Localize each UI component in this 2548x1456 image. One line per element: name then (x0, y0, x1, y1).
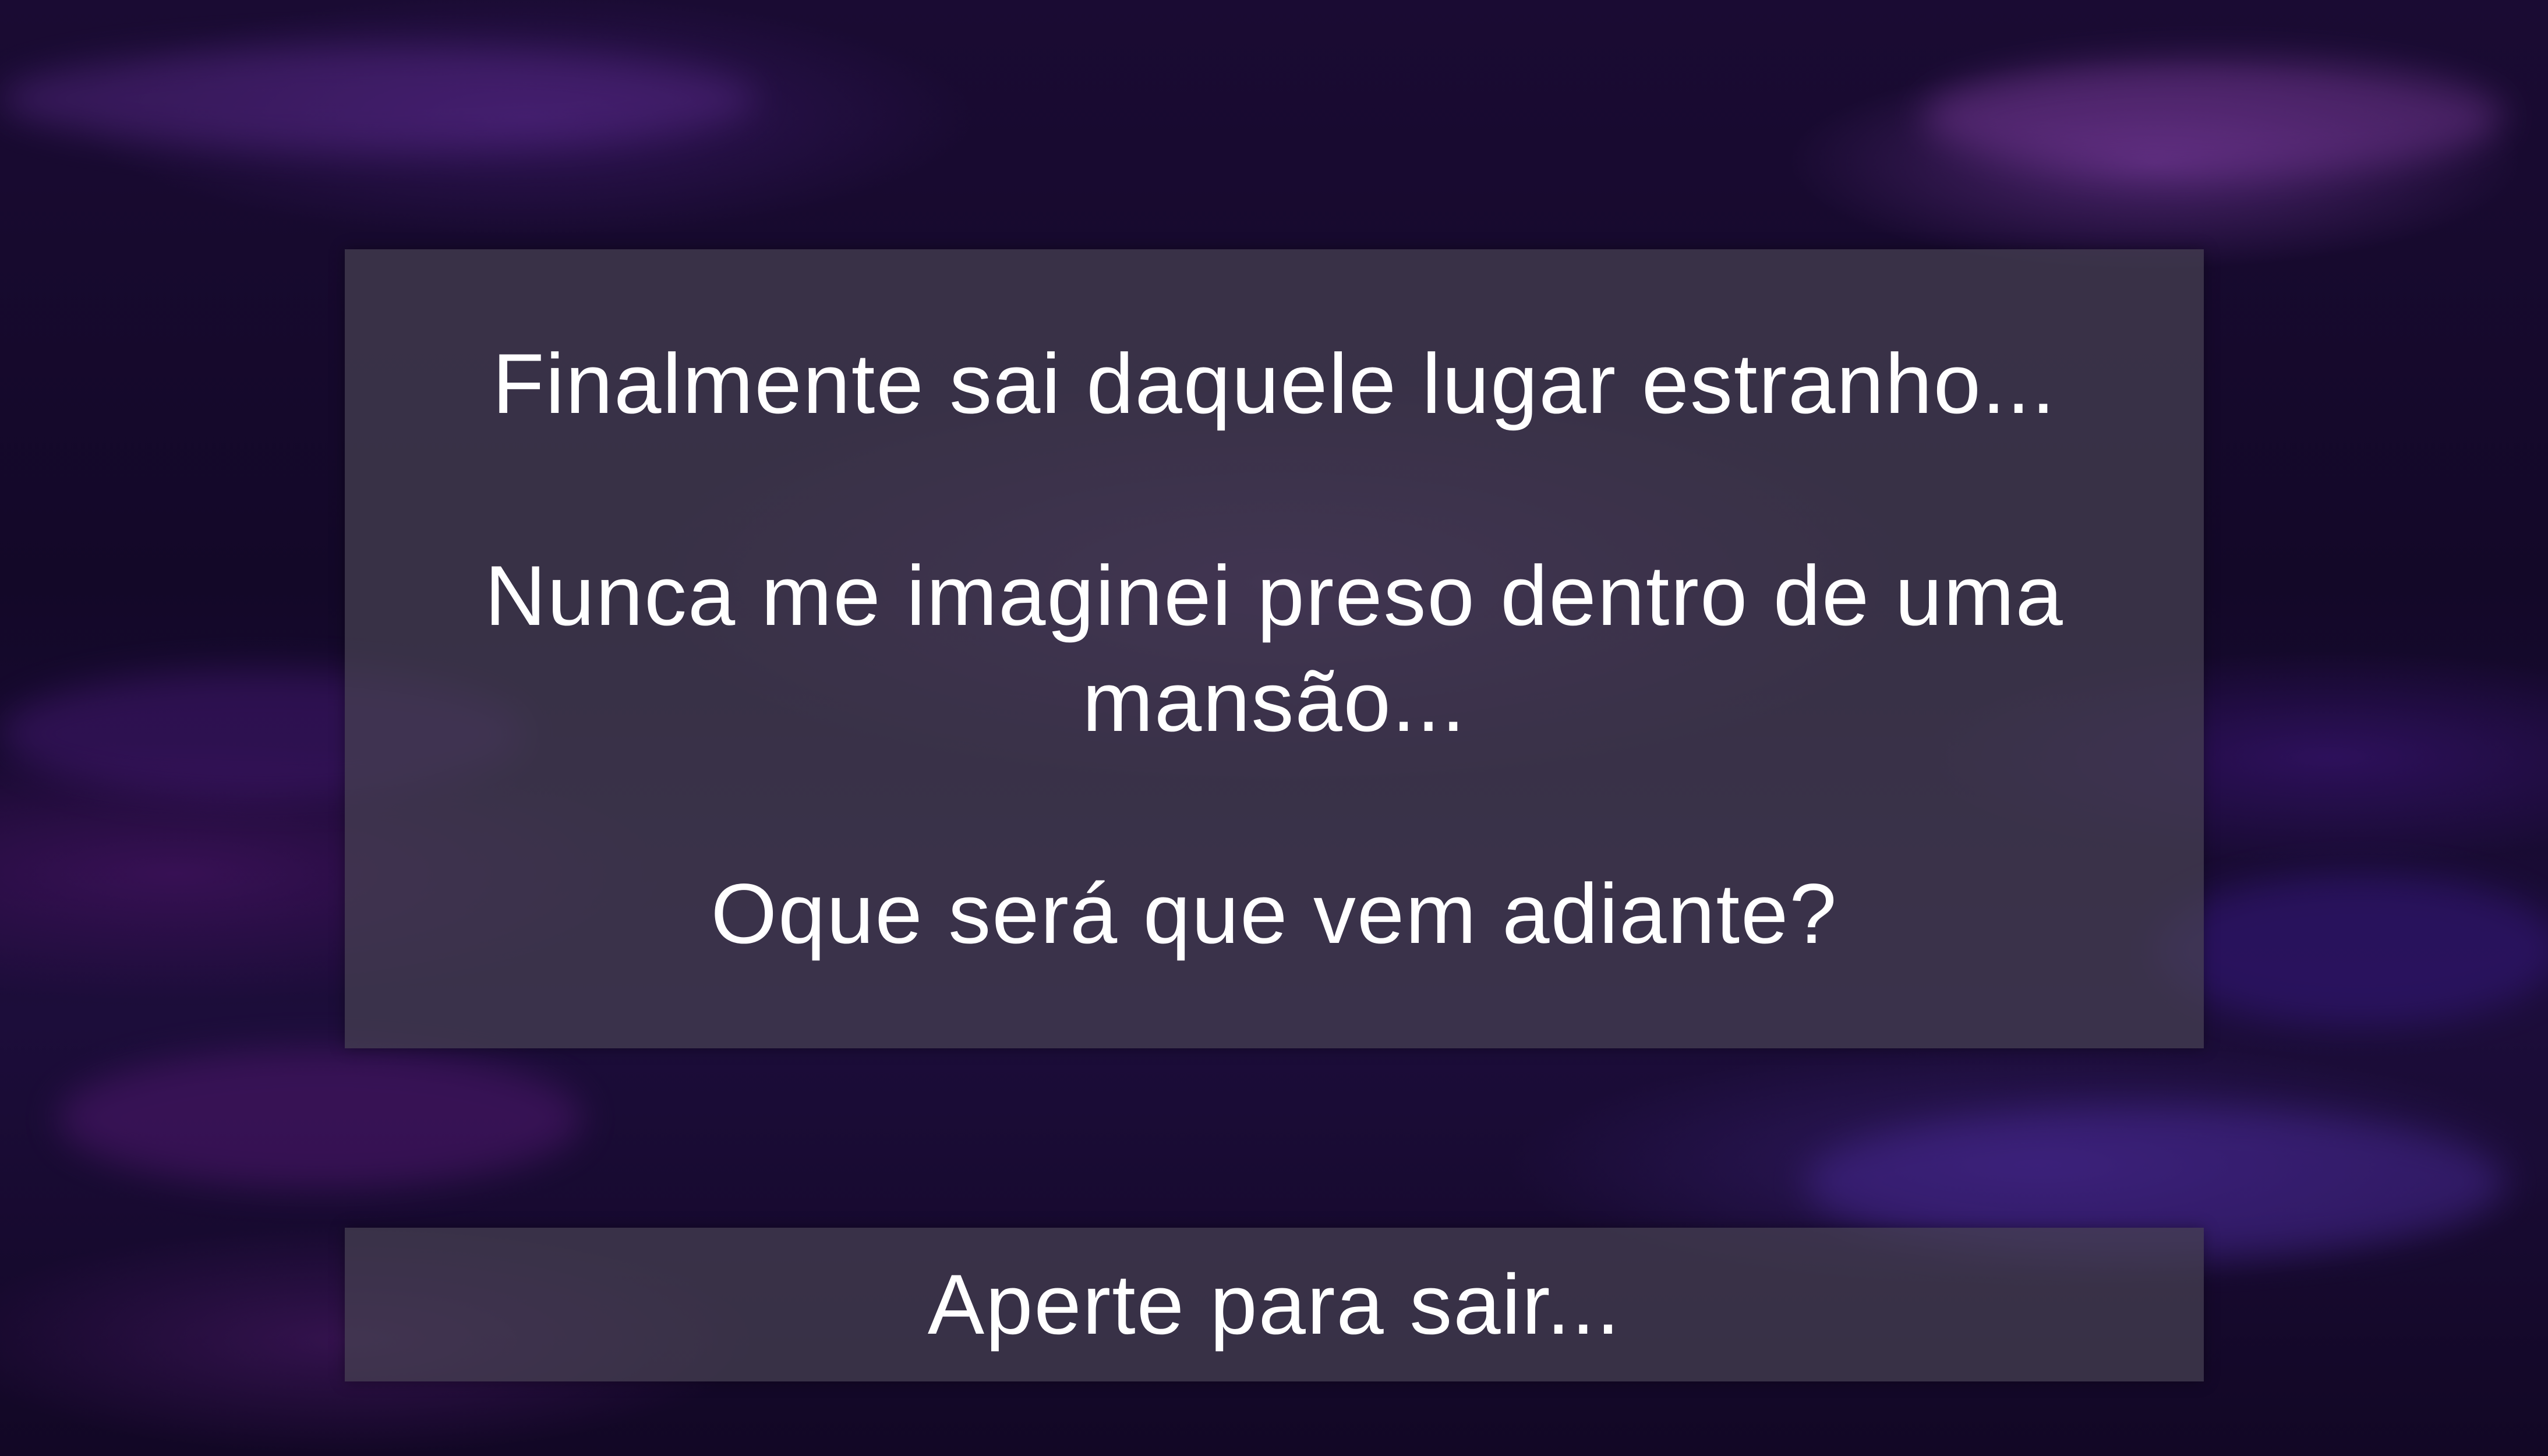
dialog-panel: Finalmente sai daquele lugar estranho...… (345, 249, 2204, 1048)
background-streak (0, 47, 757, 151)
exit-button-label: Aperte para sair... (927, 1257, 1621, 1352)
dialog-line-1: Finalmente sai daquele lugar estranho... (492, 336, 2056, 431)
background-streak (58, 1048, 582, 1188)
background-streak (2155, 874, 2548, 1025)
dialog-line-2: Nunca me imaginei preso dentro de uma ma… (485, 548, 2064, 749)
dialog-line-3: Oque será que vem adiante? (711, 866, 1838, 961)
game-scene: Finalmente sai daquele lugar estranho...… (0, 0, 2548, 1456)
exit-button[interactable]: Aperte para sair... (345, 1228, 2204, 1381)
background-streak (1922, 58, 2504, 175)
